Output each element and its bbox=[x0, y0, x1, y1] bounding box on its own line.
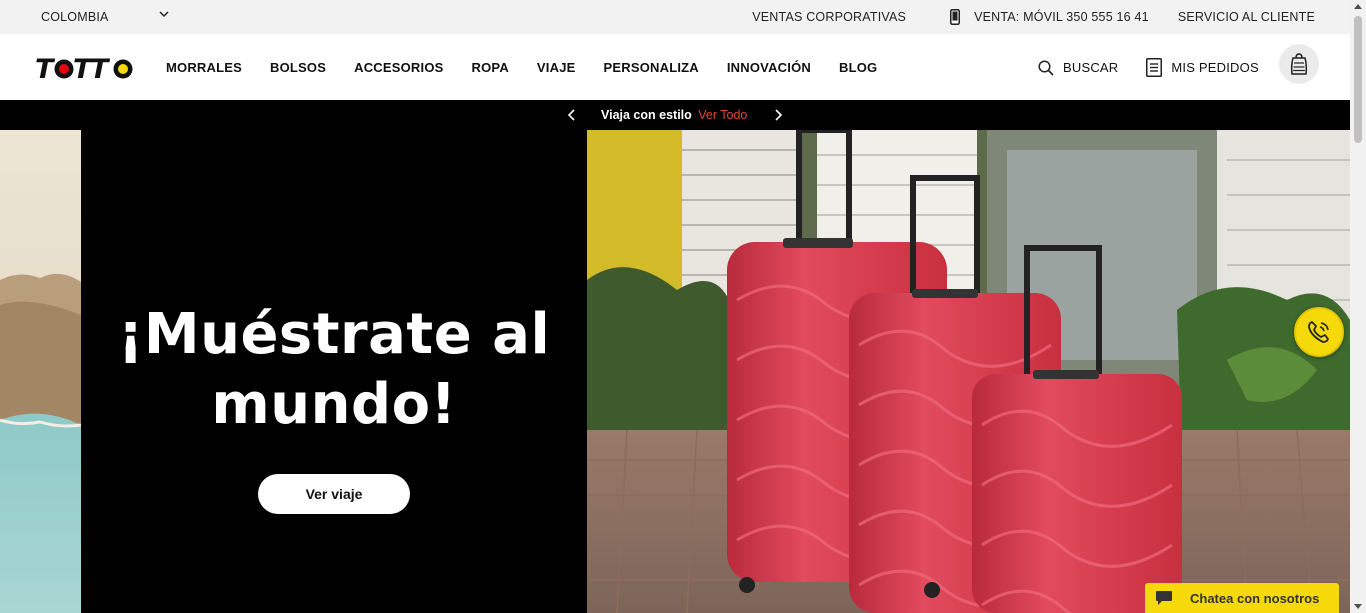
hero-headline: ¡Muéstrate al mundo! bbox=[117, 302, 551, 437]
orders-button[interactable]: MIS PEDIDOS bbox=[1146, 58, 1259, 77]
scroll-up-arrow-icon[interactable] bbox=[1354, 4, 1362, 9]
corporate-sales-link[interactable]: VENTAS CORPORATIVAS bbox=[752, 10, 906, 24]
top-utility-bar: COLOMBIA VENTAS CORPORATIVAS VENTA: MÓVI… bbox=[0, 0, 1350, 34]
svg-text:TT: TT bbox=[73, 54, 111, 83]
hero-text-panel: ¡Muéstrate al mundo! Ver viaje bbox=[81, 130, 587, 613]
phone-call-icon bbox=[1308, 321, 1329, 343]
scroll-down-arrow-icon[interactable] bbox=[1354, 604, 1362, 609]
ver-viaje-button[interactable]: Ver viaje bbox=[258, 474, 410, 514]
country-selector[interactable]: COLOMBIA bbox=[41, 10, 169, 24]
suitcases-photo bbox=[587, 130, 1350, 613]
menu-item-personaliza[interactable]: PERSONALIZA bbox=[604, 60, 699, 75]
search-label: BUSCAR bbox=[1063, 60, 1119, 75]
cart-button[interactable] bbox=[1279, 44, 1319, 84]
chevron-down-icon bbox=[159, 11, 169, 18]
menu-item-blog[interactable]: BLOG bbox=[839, 60, 877, 75]
page-scrollbar[interactable] bbox=[1350, 0, 1366, 613]
scrollbar-thumb[interactable] bbox=[1354, 16, 1362, 143]
country-label: COLOMBIA bbox=[41, 10, 109, 24]
promo-link[interactable]: Ver Todo bbox=[698, 108, 747, 122]
call-button[interactable] bbox=[1294, 307, 1344, 357]
chevron-left-icon[interactable] bbox=[565, 108, 579, 122]
chat-bubble-icon bbox=[1156, 591, 1172, 605]
totto-logo[interactable]: T TT bbox=[35, 53, 137, 83]
promo-text: Viaja con estilo bbox=[601, 108, 692, 122]
menu-item-innovacion[interactable]: INNOVACIÓN bbox=[727, 60, 811, 75]
mobile-phone-icon bbox=[950, 9, 961, 25]
menu-item-accesorios[interactable]: ACCESORIOS bbox=[354, 60, 443, 75]
category-menu: MORRALES BOLSOS ACCESORIOS ROPA VIAJE PE… bbox=[166, 60, 905, 75]
menu-item-bolsos[interactable]: BOLSOS bbox=[270, 60, 326, 75]
shopping-bag-icon bbox=[1290, 53, 1308, 75]
menu-item-ropa[interactable]: ROPA bbox=[472, 60, 509, 75]
phone-sales[interactable]: VENTA: MÓVIL 350 555 16 41 bbox=[950, 9, 1149, 25]
menu-item-morrales[interactable]: MORRALES bbox=[166, 60, 242, 75]
search-icon bbox=[1038, 59, 1054, 76]
phone-sales-label: VENTA: MÓVIL 350 555 16 41 bbox=[974, 10, 1149, 24]
promo-bar: Viaja con estilo Ver Todo bbox=[0, 100, 1350, 130]
chevron-right-icon[interactable] bbox=[771, 108, 785, 122]
menu-item-viaje[interactable]: VIAJE bbox=[537, 60, 576, 75]
svg-text:T: T bbox=[35, 54, 56, 83]
hero-banner: ¡Muéstrate al mundo! Ver viaje bbox=[0, 130, 1350, 613]
chat-label: Chatea con nosotros bbox=[1190, 590, 1320, 606]
coastline-photo bbox=[0, 130, 81, 613]
top-links: VENTAS CORPORATIVAS VENTA: MÓVIL 350 555… bbox=[752, 9, 1315, 25]
orders-label: MIS PEDIDOS bbox=[1171, 60, 1259, 75]
document-list-icon bbox=[1146, 58, 1163, 77]
customer-service-link[interactable]: SERVICIO AL CLIENTE bbox=[1178, 10, 1315, 24]
chat-widget[interactable]: Chatea con nosotros bbox=[1145, 583, 1339, 613]
promo-message: Viaja con estilo Ver Todo bbox=[601, 108, 747, 122]
search-button[interactable]: BUSCAR bbox=[1038, 59, 1119, 76]
nav-actions: BUSCAR MIS PEDIDOS bbox=[1038, 58, 1287, 77]
main-navbar: T TT MORRALES BOLSOS ACCESORIOS ROPA VIA… bbox=[0, 34, 1350, 100]
